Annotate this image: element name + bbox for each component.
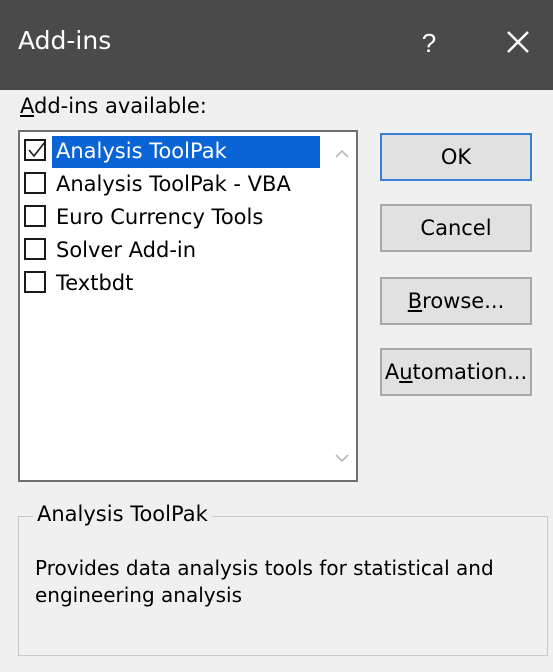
list-item-euro-currency-tools[interactable]: Euro Currency Tools	[22, 202, 330, 234]
window-title: Add-ins	[18, 26, 112, 55]
list-item-analysis-toolpak[interactable]: Analysis ToolPak	[22, 136, 330, 168]
checkbox-analysis-toolpak-vba[interactable]	[24, 172, 46, 194]
automation-mnemonic: u	[399, 360, 413, 384]
checkmark-icon	[28, 141, 46, 158]
list-item-label: Analysis ToolPak	[52, 136, 320, 168]
checkbox-analysis-toolpak[interactable]	[24, 139, 46, 161]
chevron-up-icon[interactable]	[330, 144, 354, 164]
checkbox-euro-currency-tools[interactable]	[24, 205, 46, 227]
list-item-textbdt[interactable]: Textbdt	[22, 268, 330, 300]
description-group: Analysis ToolPak Provides data analysis …	[18, 502, 548, 656]
add-ins-available-text: dd-ins available:	[34, 94, 207, 118]
browse-mnemonic: B	[407, 289, 423, 313]
title-bar: Add-ins ?	[0, 0, 553, 90]
automation-button[interactable]: Automation...	[380, 348, 532, 396]
list-item-label: Analysis ToolPak - VBA	[56, 172, 291, 196]
add-ins-dialog: Add-ins ? Add-ins available: Analysis To…	[0, 0, 553, 672]
description-title: Analysis ToolPak	[33, 502, 212, 526]
list-item-label: Textbdt	[56, 271, 134, 295]
list-item-label: Euro Currency Tools	[56, 205, 264, 229]
chevron-down-icon[interactable]	[330, 448, 354, 468]
checkbox-solver-add-in[interactable]	[24, 238, 46, 260]
checkbox-textbdt[interactable]	[24, 271, 46, 293]
automation-label-start: A	[384, 360, 400, 384]
add-ins-available-label: Add-ins available:	[20, 94, 207, 118]
automation-label-end: tomation...	[412, 360, 528, 384]
add-ins-available-mnemonic: A	[20, 94, 34, 118]
ok-button[interactable]: OK	[380, 133, 532, 181]
list-item-analysis-toolpak-vba[interactable]: Analysis ToolPak - VBA	[22, 169, 330, 201]
browse-label: rowse...	[422, 289, 505, 313]
help-button[interactable]: ?	[414, 18, 444, 68]
add-ins-listbox[interactable]: Analysis ToolPak Analysis ToolPak - VBA …	[18, 130, 358, 482]
list-item-label: Solver Add-in	[56, 238, 197, 262]
cancel-button[interactable]: Cancel	[380, 204, 532, 252]
list-item-solver-add-in[interactable]: Solver Add-in	[22, 235, 330, 267]
close-icon[interactable]	[496, 20, 540, 64]
browse-button[interactable]: Browse...	[380, 277, 532, 325]
description-text: Provides data analysis tools for statist…	[35, 556, 494, 607]
